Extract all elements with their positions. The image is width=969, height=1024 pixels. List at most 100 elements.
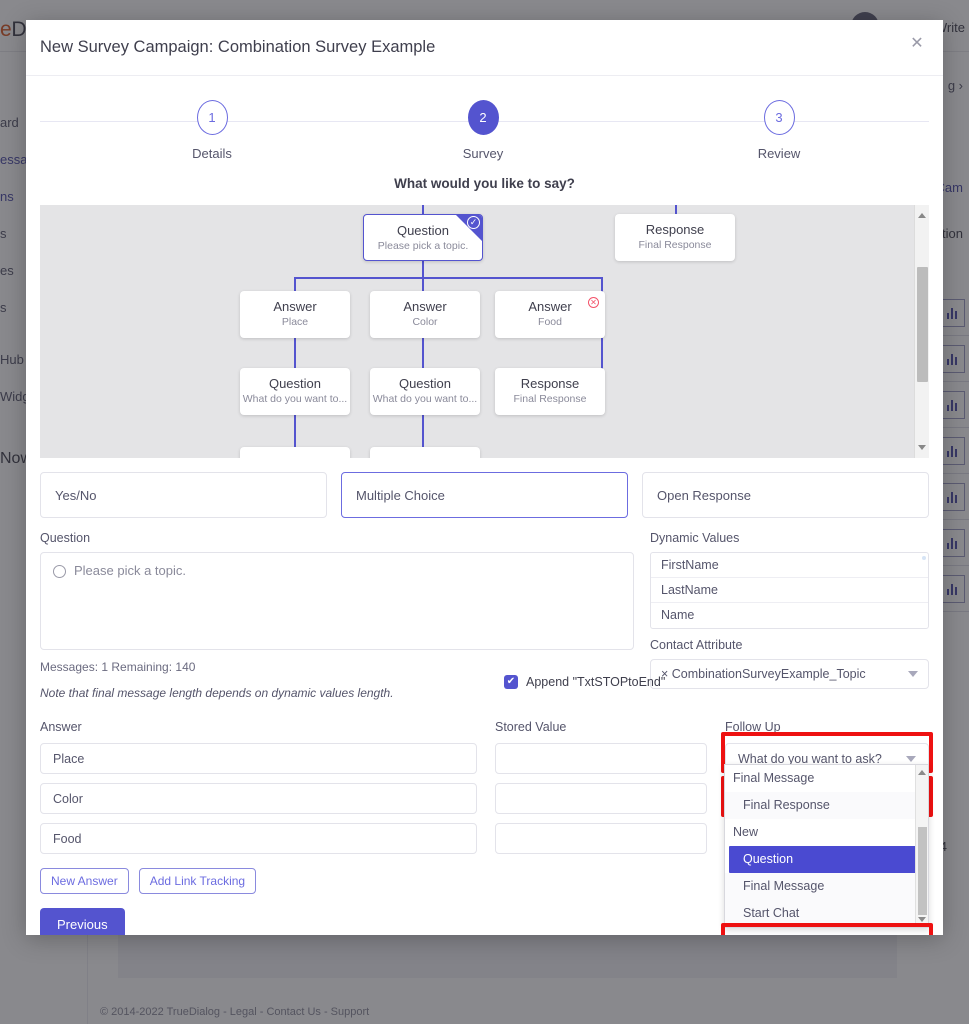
tree-edge xyxy=(294,277,603,279)
stored-value-input[interactable] xyxy=(495,783,707,814)
dynamic-values-label: Dynamic Values xyxy=(650,531,740,545)
contact-attribute-value: × CombinationSurveyExample_Topic xyxy=(661,667,866,681)
contact-attribute-label: Contact Attribute xyxy=(650,638,743,652)
answer-input[interactable]: Food xyxy=(40,823,477,854)
node-subtitle: Color xyxy=(412,316,438,328)
step-number: 2 xyxy=(467,100,499,135)
check-icon: ✓ xyxy=(467,216,480,229)
node-subtitle: What do you want to... xyxy=(242,393,348,405)
previous-button[interactable]: Previous xyxy=(40,908,125,935)
tab-multiple-choice[interactable]: Multiple Choice xyxy=(341,472,628,518)
step-survey[interactable]: 2 Survey xyxy=(423,100,543,161)
dropdown-option-final-message[interactable]: Final Message xyxy=(725,873,928,900)
answer-input[interactable]: Color xyxy=(40,783,477,814)
stored-value-input[interactable] xyxy=(495,743,707,774)
node-subtitle: Food xyxy=(538,316,562,328)
question-section: Question Please pick a topic. Messages: … xyxy=(40,531,929,700)
tree-node-answer-color[interactable]: Answer Color xyxy=(370,291,480,338)
tree-node-question-root[interactable]: ✓ Question Please pick a topic. xyxy=(363,214,483,261)
tree-node-partial-right[interactable] xyxy=(370,447,480,458)
chevron-down-icon xyxy=(906,755,916,762)
step-details[interactable]: 1 Details xyxy=(152,100,272,161)
node-title: Response xyxy=(520,376,580,391)
step-label: Review xyxy=(757,146,801,161)
node-subtitle: What do you want to... xyxy=(372,393,478,405)
tab-open-response[interactable]: Open Response xyxy=(642,472,929,518)
dropdown-scrollbar-thumb[interactable] xyxy=(918,827,927,915)
dropdown-group-final-message: Final Message xyxy=(733,771,815,785)
node-title: Answer xyxy=(273,299,317,314)
question-value: Please pick a topic. xyxy=(74,563,187,578)
delete-icon[interactable]: ✕ xyxy=(588,297,599,308)
question-type-tabs: Yes/No Multiple Choice Open Response xyxy=(40,472,929,518)
list-item[interactable]: FirstName xyxy=(651,553,928,578)
follow-up-column-header: Follow Up xyxy=(725,720,781,734)
dropdown-group-new: New xyxy=(733,825,759,839)
tree-node-partial-left[interactable] xyxy=(240,447,350,458)
node-title: Answer xyxy=(403,299,447,314)
answer-input[interactable]: Place xyxy=(40,743,477,774)
tree-edge xyxy=(422,205,424,214)
node-title: Question xyxy=(398,376,452,391)
dropdown-option-final-response[interactable]: Final Response xyxy=(725,792,928,819)
answer-column-header: Answer xyxy=(40,720,82,734)
answers-header-row: Answer Stored Value Follow Up xyxy=(40,720,929,734)
tree-scrollbar[interactable] xyxy=(914,205,929,458)
node-title: Response xyxy=(645,222,705,237)
append-checkbox[interactable]: ✔ xyxy=(504,675,518,689)
scroll-up-icon[interactable] xyxy=(918,213,926,218)
tree-edge xyxy=(422,415,424,447)
tree-node-response-top[interactable]: Response Final Response xyxy=(615,214,735,261)
list-item[interactable]: Name xyxy=(651,603,928,628)
new-answer-button[interactable]: New Answer xyxy=(40,868,129,894)
node-subtitle: Final Response xyxy=(513,393,587,405)
tree-scrollbar-thumb[interactable] xyxy=(917,267,928,382)
node-title: Question xyxy=(268,376,322,391)
survey-tree-canvas[interactable]: ✓ Question Please pick a topic. Response… xyxy=(40,205,929,458)
step-number: 1 xyxy=(196,100,228,135)
node-subtitle: Place xyxy=(281,316,309,328)
dropdown-scrollbar[interactable] xyxy=(915,765,928,927)
list-item[interactable]: LastName xyxy=(651,578,928,603)
tree-node-answer-place[interactable]: Answer Place xyxy=(240,291,350,338)
question-input[interactable]: Please pick a topic. xyxy=(40,552,634,650)
dialog-title: New Survey Campaign: Combination Survey … xyxy=(40,38,436,56)
dialog-header: New Survey Campaign: Combination Survey … xyxy=(26,20,943,76)
step-review[interactable]: 3 Review xyxy=(719,100,839,161)
tree-node-question-color[interactable]: Question What do you want to... xyxy=(370,368,480,415)
step-label: Details xyxy=(192,146,232,161)
wizard-stepper: 1 Details 2 Survey 3 Review xyxy=(26,92,943,174)
dynamic-values-column: Dynamic Values FirstName LastName Name C… xyxy=(650,531,929,700)
message-count: Messages: 1 Remaining: 140 xyxy=(40,660,196,674)
contact-attribute-select[interactable]: × CombinationSurveyExample_Topic xyxy=(650,659,929,689)
stored-value-input[interactable] xyxy=(495,823,707,854)
step-label: Survey xyxy=(462,146,504,161)
append-label: Append "TxtSTOPtoEnd" xyxy=(526,675,666,689)
emoji-icon[interactable] xyxy=(53,565,66,578)
tree-edge xyxy=(675,205,677,214)
node-subtitle: Final Response xyxy=(638,239,712,251)
node-subtitle: Please pick a topic. xyxy=(377,240,469,252)
append-stop-row[interactable]: ✔ Append "TxtSTOPtoEnd" xyxy=(504,675,665,689)
scroll-down-icon[interactable] xyxy=(918,917,926,922)
scroll-up-icon[interactable] xyxy=(918,770,926,775)
stored-value-column-header: Stored Value xyxy=(495,720,567,734)
tree-edge xyxy=(294,415,296,447)
tree-node-question-place[interactable]: Question What do you want to... xyxy=(240,368,350,415)
dynamic-values-list[interactable]: FirstName LastName Name xyxy=(650,552,929,629)
question-label: Question xyxy=(40,531,91,545)
dropdown-option-start-chat[interactable]: Start Chat xyxy=(725,900,928,927)
close-icon[interactable]: ✕ xyxy=(907,34,927,54)
follow-up-dropdown-panel[interactable]: Final Message Final Response New Questio… xyxy=(724,764,929,928)
chevron-down-icon xyxy=(908,671,918,677)
tree-node-answer-food[interactable]: ✕ Answer Food xyxy=(495,291,605,338)
scroll-down-icon[interactable] xyxy=(918,445,926,450)
dropdown-option-question[interactable]: Question xyxy=(729,846,924,873)
new-survey-campaign-dialog: New Survey Campaign: Combination Survey … xyxy=(26,20,943,935)
answers-section: Answer Stored Value Follow Up Place What… xyxy=(40,720,933,935)
tab-yes-no[interactable]: Yes/No xyxy=(40,472,327,518)
dynamic-values-scrollbar[interactable] xyxy=(922,556,926,560)
step-number: 3 xyxy=(763,100,795,135)
add-link-tracking-button[interactable]: Add Link Tracking xyxy=(138,868,257,894)
tree-node-response-food[interactable]: Response Final Response xyxy=(495,368,605,415)
